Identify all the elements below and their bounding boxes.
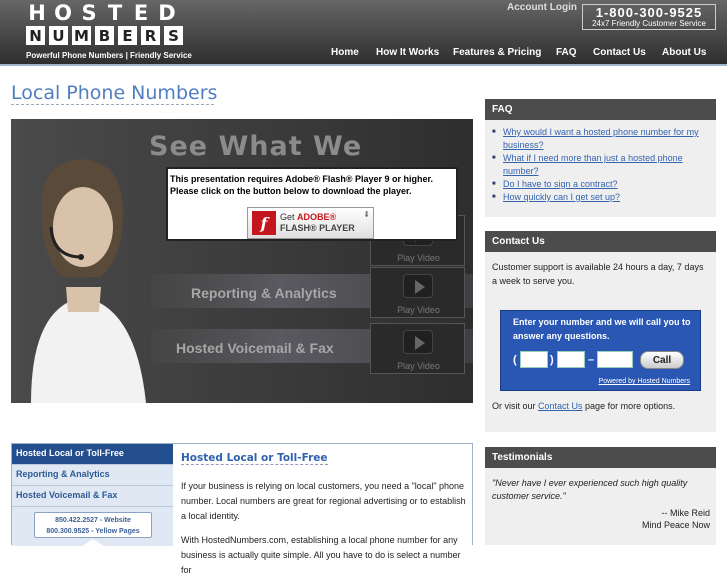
play-video-label: Play Video: [397, 253, 440, 263]
flash-message-line1: This presentation requires Adobe® Flash®…: [170, 174, 433, 184]
phone-prefix-input[interactable]: [557, 351, 585, 368]
video-band-text-voicemail: Hosted Voicemail & Fax: [176, 340, 334, 356]
download-arrow-icon: ⬇: [363, 210, 370, 219]
video-thumb[interactable]: Play Video: [370, 323, 465, 374]
faq-link[interactable]: Do I have to sign a contract?: [492, 178, 716, 191]
logo-letter: M: [72, 26, 91, 45]
faq-list: Why would I want a hosted phone number f…: [485, 120, 716, 204]
area-code-close-paren: ): [550, 354, 554, 366]
tab-content-title: Hosted Local or Toll-Free: [181, 452, 328, 465]
header-divider: [0, 64, 727, 66]
nav-about-us[interactable]: About Us: [662, 47, 706, 58]
testimonials-heading: Testimonials: [485, 447, 716, 468]
account-login-link[interactable]: Account Login: [507, 2, 577, 13]
logo-letter: T: [107, 1, 123, 25]
header-phone-box: 1-800-300-9525 24x7 Friendly Customer Se…: [582, 4, 716, 30]
promo-line-website: 850.422.2527 - Website: [55, 517, 131, 524]
testimonial-author-name: -- Mike Reid: [661, 508, 710, 518]
nav-how-it-works[interactable]: How It Works: [376, 47, 439, 58]
flash-button-line1: Get ADOBE®: [280, 212, 336, 222]
feature-tab-list: Hosted Local or Toll-Free Reporting & An…: [12, 444, 173, 546]
header-phone-number: 1-800-300-9525: [595, 5, 703, 20]
logo-letter: R: [141, 26, 160, 45]
flash-message-line2: Please click on the button below to down…: [170, 186, 412, 196]
video-headline: See What We: [149, 131, 363, 162]
flash-message: This presentation requires Adobe® Flash®…: [170, 173, 433, 197]
contact-box: Contact Us Customer support is available…: [485, 231, 716, 432]
video-band-text-reporting: Reporting & Analytics: [191, 285, 337, 301]
nav-home[interactable]: Home: [331, 47, 359, 58]
contact-heading: Contact Us: [485, 231, 716, 252]
contact-description: Customer support is available 24 hours a…: [492, 262, 704, 286]
get-flash-player-button[interactable]: f Get ADOBE® FLASH® PLAYER ⬇: [247, 207, 374, 239]
area-code-open-paren: (: [513, 354, 517, 366]
page-title: Local Phone Numbers: [11, 82, 218, 105]
faq-link[interactable]: What if I need more than just a hosted p…: [492, 152, 716, 178]
area-code-input[interactable]: [520, 351, 548, 368]
logo-letter: S: [164, 26, 183, 45]
contact-us-link[interactable]: Contact Us: [538, 401, 583, 411]
header-phone-subtitle: 24x7 Friendly Customer Service: [592, 19, 706, 28]
callback-widget: Enter your number and we will call you t…: [500, 310, 701, 391]
play-icon: [403, 330, 433, 354]
nav-features-pricing[interactable]: Features & Pricing: [453, 47, 541, 58]
faq-link[interactable]: Why would I want a hosted phone number f…: [492, 126, 716, 152]
tagline: Powerful Phone Numbers | Friendly Servic…: [26, 51, 192, 60]
tab-content-paragraph: With HostedNumbers.com, establishing a l…: [181, 535, 461, 575]
phone-promo-card: 850.422.2527 - Website 800.300.9525 - Ye…: [34, 512, 152, 538]
site-header: H O S T E D N U M B E R S Powerful Phone…: [0, 0, 727, 64]
visit-suffix: page for more options.: [582, 401, 676, 411]
tab-hosted-local-toll-free[interactable]: Hosted Local or Toll-Free: [12, 444, 173, 465]
logo-letter: U: [49, 26, 68, 45]
tab-content-paragraph: If your business is relying on local cus…: [181, 481, 466, 521]
tab-hosted-voicemail-fax[interactable]: Hosted Voicemail & Fax: [12, 486, 173, 507]
flash-adobe-text: ADOBE®: [297, 212, 337, 222]
flash-get-text: Get: [280, 212, 295, 222]
testimonials-box: Testimonials "Never have I ever experien…: [485, 447, 716, 545]
faq-box: FAQ Why would I want a hosted phone numb…: [485, 99, 716, 217]
play-icon: [403, 274, 433, 298]
video-presentation[interactable]: See What We Reporting & Analytics Hosted…: [11, 119, 473, 403]
visit-prefix: Or visit our: [492, 401, 539, 411]
nav-contact-us[interactable]: Contact Us: [593, 47, 646, 58]
video-thumb[interactable]: Play Video: [370, 267, 465, 318]
play-video-label: Play Video: [397, 305, 440, 315]
play-video-label: Play Video: [397, 361, 440, 371]
testimonial-author-company: Mind Peace Now: [641, 520, 710, 530]
features-tabs-panel: Hosted Local or Toll-Free Reporting & An…: [11, 443, 473, 575]
faq-heading: FAQ: [485, 99, 716, 120]
logo-letter: O: [54, 1, 72, 25]
nav-faq[interactable]: FAQ: [556, 47, 577, 58]
logo-letter: E: [118, 26, 137, 45]
callback-instructions: Enter your number and we will call you t…: [513, 317, 691, 341]
flash-logo-icon: f: [252, 211, 276, 235]
tab-reporting-analytics[interactable]: Reporting & Analytics: [12, 465, 173, 486]
powered-by-link[interactable]: Powered by Hosted Numbers: [599, 378, 690, 385]
logo-letter: N: [26, 26, 45, 45]
flash-player-text: FLASH® PLAYER: [280, 223, 355, 233]
testimonial-author: -- Mike Reid Mind Peace Now: [485, 507, 716, 531]
promo-line-yellow-pages: 800.300.9525 - Yellow Pages: [46, 528, 140, 535]
logo-letter: B: [95, 26, 114, 45]
call-button[interactable]: Call: [640, 351, 684, 369]
faq-link[interactable]: How quickly can I get set up?: [492, 191, 716, 204]
logo-letter: E: [133, 1, 149, 25]
logo-letter: H: [28, 1, 46, 25]
tab-content: Hosted Local or Toll-Free If your busine…: [181, 448, 471, 578]
logo-letter: S: [81, 1, 97, 25]
testimonial-quote: "Never have I ever experienced such high…: [492, 478, 688, 501]
logo-letter: D: [158, 1, 176, 25]
support-agent-image: [31, 159, 146, 403]
contact-footer-text: Or visit our Contact Us page for more op…: [492, 401, 675, 411]
phone-line-input[interactable]: [597, 351, 633, 368]
flash-required-notice: This presentation requires Adobe® Flash®…: [166, 167, 458, 241]
phone-dash: –: [588, 354, 595, 366]
